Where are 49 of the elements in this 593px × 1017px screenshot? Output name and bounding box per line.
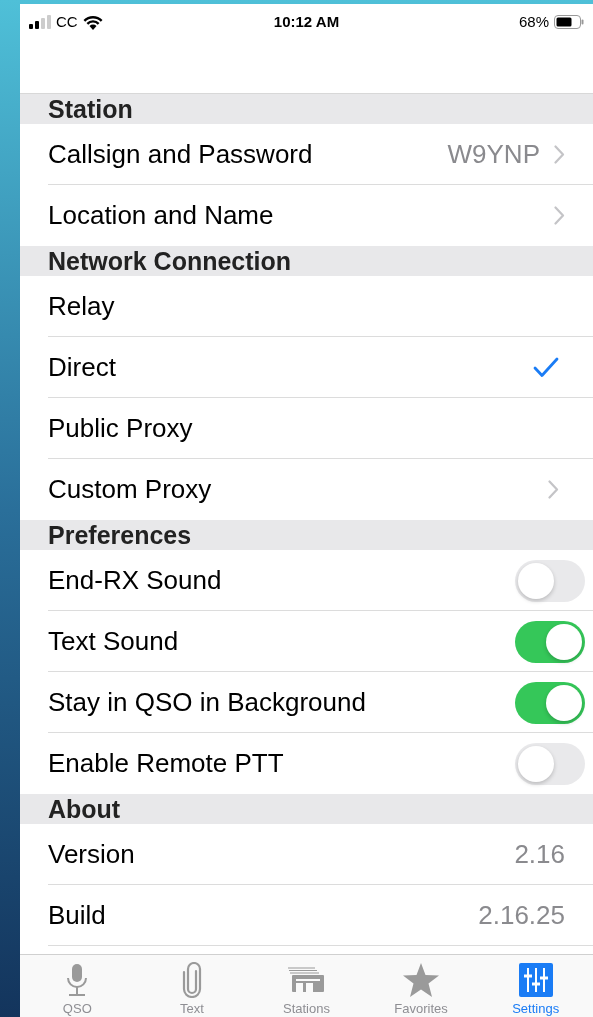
settings-row[interactable]: Relay — [20, 276, 593, 337]
row-value: 2.16 — [514, 838, 565, 871]
toggle-switch[interactable] — [515, 742, 585, 785]
sliders-icon — [518, 963, 553, 997]
settings-row[interactable]: Location and Name — [20, 185, 593, 246]
row-label: Enable Remote PTT — [48, 747, 285, 780]
settings-row[interactable]: Version 2.16 — [20, 824, 593, 885]
paperclip-icon — [180, 962, 203, 998]
section-header: Preferences — [48, 522, 192, 548]
star-icon — [402, 962, 441, 998]
carrier-name: CC — [56, 11, 78, 32]
signal-icon — [29, 15, 51, 29]
row-label: Location and Name — [48, 199, 275, 232]
settings-row[interactable]: Stay in QSO in Background — [20, 672, 593, 733]
settings-row[interactable]: Text Sound — [20, 611, 593, 672]
row-label: Build — [48, 899, 107, 932]
toggle-switch[interactable] — [515, 620, 585, 663]
row-value: 2.16.25 — [478, 899, 565, 932]
settings-row[interactable]: Callsign and Password W9YNP — [20, 124, 593, 185]
chevron-icon — [554, 206, 565, 225]
row-label: Public Proxy — [48, 412, 194, 445]
tab-bar-item[interactable]: Settings — [478, 955, 593, 1017]
section-header: Station — [48, 96, 133, 122]
toggle-switch[interactable] — [515, 559, 585, 602]
battery-percent: 68% — [518, 11, 549, 32]
settings-row[interactable]: Build 2.16.25 — [20, 885, 593, 946]
row-label: Custom Proxy — [48, 473, 213, 506]
settings-row[interactable]: Custom Proxy — [20, 459, 593, 520]
settings-row[interactable]: Direct — [20, 337, 593, 398]
battery-icon — [554, 15, 584, 29]
wifi-icon — [82, 14, 103, 30]
row-label: Text Sound — [48, 625, 180, 658]
section-header: Network Connection — [48, 248, 292, 274]
row-value: W9YNP — [447, 138, 540, 171]
settings-row[interactable]: End-RX Sound — [20, 550, 593, 611]
microphone-icon — [66, 963, 89, 997]
section-header: About — [48, 796, 121, 822]
row-label: Version — [48, 838, 136, 871]
row-label: Direct — [48, 351, 117, 384]
stacked-cards-icon — [287, 967, 326, 993]
toggle-switch[interactable] — [515, 681, 585, 724]
row-label: Stay in QSO in Background — [48, 686, 367, 719]
row-label: Relay — [48, 290, 116, 323]
status-time: 10:12 AM — [273, 11, 340, 32]
row-label: Callsign and Password — [48, 138, 314, 171]
chevron-icon — [554, 145, 565, 164]
settings-row[interactable]: Public Proxy — [20, 398, 593, 459]
row-label: End-RX Sound — [48, 564, 223, 597]
settings-row[interactable]: Enable Remote PTT — [20, 733, 593, 794]
